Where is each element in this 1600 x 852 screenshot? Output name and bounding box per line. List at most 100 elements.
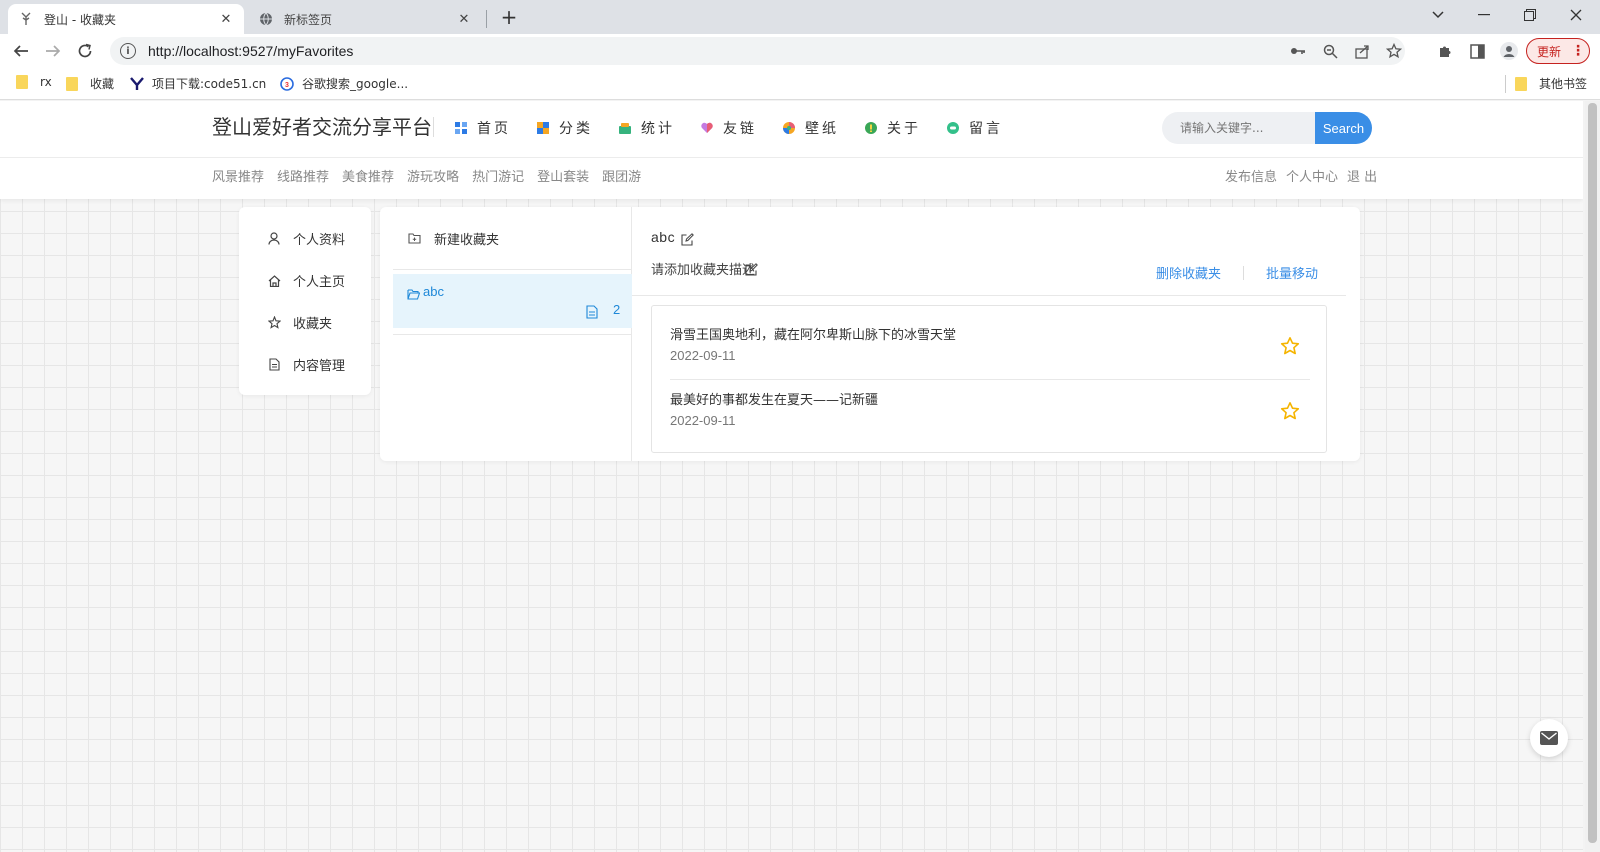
nav-wallpaper[interactable]: 壁纸 — [783, 118, 839, 138]
site-search: Search — [1162, 112, 1372, 144]
menu-item-homepage[interactable]: 个人主页 — [267, 271, 345, 290]
sub-nav-gear[interactable]: 登山套装 — [537, 166, 589, 185]
bookmark-rx[interactable]: rx — [16, 75, 52, 89]
menu-item-favorites[interactable]: 收藏夹 — [267, 313, 332, 332]
grid-icon — [455, 122, 467, 134]
nav-label: 统计 — [641, 121, 675, 137]
bookmarks-bar: rx 收藏 项目下载:code51.cn 3 谷歌搜索_google... 其他… — [0, 68, 1600, 100]
folder-detail: abc 请添加收藏夹描述 删除收藏夹 批量移动 滑雪王国奥地利，藏在阿尔卑斯山脉… — [632, 207, 1360, 461]
article-date: 2022-09-11 — [670, 348, 736, 363]
share-icon[interactable] — [1351, 40, 1373, 62]
update-button[interactable]: 更新 ⋮ — [1526, 38, 1590, 64]
nav-label: 留言 — [969, 121, 1003, 137]
nav-stats[interactable]: 统计 — [619, 118, 675, 138]
back-arrow-icon[interactable] — [8, 38, 34, 64]
bookmark-code51[interactable]: 项目下载:code51.cn — [130, 75, 266, 92]
folder-item[interactable]: abc 2 — [393, 274, 632, 328]
profile-side-menu: 个人资料 个人主页 收藏夹 内容管理 — [239, 207, 371, 395]
menu-label: 个人主页 — [293, 275, 346, 290]
nav-message[interactable]: 留言 — [947, 118, 1003, 138]
home-icon — [267, 274, 281, 288]
sub-nav-group-tours[interactable]: 跟团游 — [602, 166, 641, 185]
sub-nav-scenery[interactable]: 风景推荐 — [212, 166, 264, 185]
tab-close-icon[interactable]: ✕ — [218, 11, 234, 27]
search-input[interactable] — [1162, 112, 1315, 144]
article-title[interactable]: 滑雪王国奥地利，藏在阿尔卑斯山脉下的冰雪天堂 — [670, 324, 956, 343]
key-icon[interactable] — [1287, 40, 1309, 62]
favorite-star-icon[interactable] — [1280, 336, 1300, 356]
nav-links[interactable]: 友链 — [701, 118, 757, 138]
svg-text:3: 3 — [285, 82, 289, 89]
close-window-button[interactable] — [1554, 0, 1598, 30]
article-date: 2022-09-11 — [670, 413, 736, 428]
browser-tab-bar: 登山 - 收藏夹 ✕ 新标签页 ✕ + — [0, 0, 1600, 34]
globe-icon — [258, 11, 274, 27]
extensions-puzzle-icon[interactable] — [1434, 40, 1456, 62]
sub-nav-food[interactable]: 美食推荐 — [342, 166, 394, 185]
sub-nav-routes[interactable]: 线路推荐 — [277, 166, 329, 185]
browser-tab-inactive[interactable]: 新标签页 ✕ — [248, 4, 482, 34]
favorite-star-icon[interactable] — [1280, 401, 1300, 421]
mountain-favicon-icon — [18, 11, 34, 27]
site-logo[interactable]: 登山爱好者交流分享平台 — [212, 111, 432, 140]
new-folder-button[interactable]: 新建收藏夹 — [408, 229, 499, 248]
logo-divider — [433, 117, 434, 137]
new-tab-button[interactable]: + — [498, 5, 520, 29]
address-bar[interactable]: i http://localhost:9527/myFavorites — [110, 37, 1405, 65]
delete-folder-button[interactable]: 删除收藏夹 — [1156, 263, 1221, 282]
mail-floating-button[interactable] — [1530, 719, 1568, 757]
folder-list: 新建收藏夹 abc 2 — [380, 207, 632, 461]
divider — [670, 379, 1310, 380]
folder-title: abc — [651, 229, 676, 245]
sub-nav-guides[interactable]: 游玩攻略 — [407, 166, 459, 185]
profile-avatar-icon[interactable] — [1498, 40, 1520, 62]
code51-logo-icon — [130, 76, 144, 91]
more-menu-icon[interactable]: ⋮ — [1571, 43, 1585, 59]
sub-nav-travelogues[interactable]: 热门游记 — [472, 166, 524, 185]
bookmark-google-search[interactable]: 3 谷歌搜索_google... — [280, 75, 408, 92]
other-bookmarks[interactable]: 其他书签 — [1515, 75, 1587, 92]
action-separator — [1243, 265, 1245, 280]
browser-tab-active[interactable]: 登山 - 收藏夹 ✕ — [8, 4, 244, 34]
search-button[interactable]: Search — [1315, 112, 1372, 144]
folder-item-count: 2 — [613, 302, 621, 317]
bookmark-favorites[interactable]: 收藏 — [66, 75, 114, 92]
article-title[interactable]: 最美好的事都发生在夏天——记新疆 — [670, 389, 878, 408]
site-header: 登山爱好者交流分享平台 首页 分类 统计 友链 壁纸 关于 留言 请输入关键字.… — [0, 101, 1583, 199]
batch-move-button[interactable]: 批量移动 — [1266, 263, 1318, 282]
nav-category[interactable]: 分类 — [537, 118, 593, 138]
favorite-articles-list: 滑雪王国奥地利，藏在阿尔卑斯山脉下的冰雪天堂 2022-09-11 最美好的事都… — [651, 305, 1327, 453]
site-info-icon[interactable]: i — [120, 43, 136, 59]
logout-link[interactable]: 退 出 — [1347, 166, 1377, 185]
edit-title-icon[interactable] — [681, 233, 694, 246]
publish-link[interactable]: 发布信息 — [1225, 166, 1277, 185]
restore-button[interactable] — [1508, 0, 1552, 30]
reload-icon[interactable] — [72, 38, 98, 64]
minimize-button[interactable] — [1462, 0, 1506, 30]
tab-close-icon[interactable]: ✕ — [456, 11, 472, 27]
tab-search-chevron-icon[interactable] — [1416, 0, 1460, 30]
menu-item-content[interactable]: 内容管理 — [267, 355, 345, 374]
user-center-link[interactable]: 个人中心 — [1286, 166, 1338, 185]
nav-home[interactable]: 首页 — [455, 118, 511, 138]
scrollbar-thumb[interactable] — [1588, 103, 1597, 843]
bookmark-label: rx — [40, 75, 52, 89]
menu-label: 个人资料 — [293, 233, 346, 248]
page-scrollbar[interactable] — [1585, 101, 1600, 852]
nav-about[interactable]: 关于 — [865, 118, 921, 138]
tab-separator — [486, 10, 487, 28]
sub-nav: 风景推荐 线路推荐 美食推荐 游玩攻略 热门游记 登山套装 跟团游 — [212, 166, 654, 185]
side-panel-icon[interactable] — [1466, 40, 1488, 62]
bookmark-label: 谷歌搜索_google... — [302, 77, 409, 91]
zoom-icon[interactable] — [1319, 40, 1341, 62]
user-icon — [267, 232, 281, 246]
browser-toolbar: i http://localhost:9527/myFavorites 更新 ⋮ — [0, 34, 1600, 68]
list-item[interactable]: 最美好的事都发生在夏天——记新疆 2022-09-11 — [670, 389, 1310, 453]
message-icon — [947, 122, 959, 134]
menu-item-profile[interactable]: 个人资料 — [267, 229, 345, 248]
forward-arrow-icon[interactable] — [40, 38, 66, 64]
folder-name: abc — [423, 284, 444, 299]
url-text[interactable]: http://localhost:9527/myFavorites — [148, 43, 1277, 59]
edit-description-icon[interactable] — [745, 263, 758, 276]
bookmark-star-icon[interactable] — [1383, 40, 1405, 62]
